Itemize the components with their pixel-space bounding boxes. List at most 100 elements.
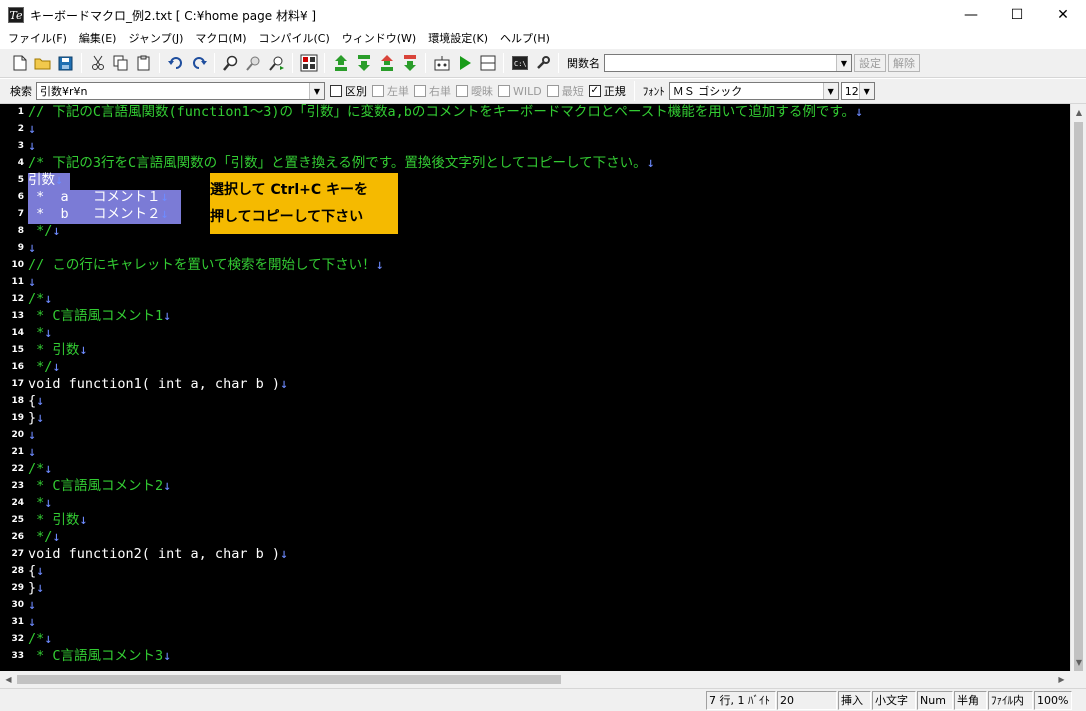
split-window-icon[interactable] [476, 52, 499, 74]
checkbox-box[interactable] [456, 85, 468, 97]
checkbox-fuzzy[interactable]: 曖昧 [456, 83, 493, 99]
editor-line[interactable]: 6 * a コメント１↓ [0, 189, 1070, 206]
editor-line[interactable]: 16 */↓ [0, 359, 1070, 376]
checkbox-box[interactable] [498, 85, 510, 97]
open-folder-icon[interactable] [31, 52, 54, 74]
chevron-down-icon[interactable]: ▼ [836, 55, 851, 71]
menu-settings[interactable]: 環境設定(K) [422, 30, 494, 48]
menu-window[interactable]: ウィンドウ(W) [336, 30, 422, 48]
editor-line[interactable]: 21 ↓ [0, 444, 1070, 461]
line-text: ↓ [28, 121, 36, 138]
find-next-icon[interactable] [265, 52, 288, 74]
cut-icon[interactable] [86, 52, 109, 74]
checkbox-box[interactable] [330, 85, 342, 97]
settings-tool-icon[interactable] [531, 52, 554, 74]
undo-icon[interactable] [164, 52, 187, 74]
bookmark-up-icon[interactable] [375, 52, 398, 74]
editor-line[interactable]: 17 void function1( int a, char b )↓ [0, 376, 1070, 393]
checkbox-regex[interactable]: ✓ 正規 [588, 83, 626, 99]
redo-icon[interactable] [187, 52, 210, 74]
editor-line[interactable]: 18 {↓ [0, 393, 1070, 410]
editor-line[interactable]: 23 * C言語風コメント2↓ [0, 478, 1070, 495]
checkbox-box-checked[interactable]: ✓ [588, 85, 601, 97]
chevron-down-icon[interactable]: ▼ [822, 83, 838, 99]
close-button[interactable]: ✕ [1040, 0, 1086, 30]
find-icon[interactable] [219, 52, 242, 74]
editor-line[interactable]: 30 ↓ [0, 597, 1070, 614]
editor-line[interactable]: 28 {↓ [0, 563, 1070, 580]
horizontal-scrollbar[interactable]: ◀ ▶ [0, 671, 1086, 688]
editor-line[interactable]: 22 /*↓ [0, 461, 1070, 478]
scroll-left-icon[interactable]: ◀ [0, 671, 17, 688]
jump-down-icon[interactable] [352, 52, 375, 74]
editor-line[interactable]: 19}↓ [0, 410, 1070, 427]
editor-line[interactable]: 31 ↓ [0, 614, 1070, 631]
find-prev-icon[interactable] [242, 52, 265, 74]
jump-up-icon[interactable] [329, 52, 352, 74]
menu-macro[interactable]: マクロ(M) [189, 30, 252, 48]
editor-line[interactable]: 12 /*↓ [0, 291, 1070, 308]
scrollbar-thumb[interactable] [1074, 122, 1083, 672]
scroll-up-icon[interactable]: ▲ [1071, 104, 1086, 121]
chevron-down-icon[interactable]: ▼ [858, 83, 874, 99]
editor-line[interactable]: 24 *↓ [0, 495, 1070, 512]
bookmark-down-icon[interactable] [398, 52, 421, 74]
checkbox-wild[interactable]: WILD [498, 85, 542, 98]
editor-line[interactable]: 8 */↓ [0, 223, 1070, 240]
editor-line[interactable]: 7 * b コメント２↓ [0, 206, 1070, 223]
save-icon[interactable] [54, 52, 77, 74]
chevron-down-icon[interactable]: ▼ [309, 83, 324, 99]
checkbox-shortest[interactable]: 最短 [546, 83, 584, 99]
editor-line[interactable]: 32 /*↓ [0, 631, 1070, 648]
font-size-combo[interactable]: 12 ▼ [840, 82, 875, 100]
command-prompt-icon[interactable]: C:\ [508, 52, 531, 74]
checkbox-box[interactable] [546, 85, 559, 97]
text-editor[interactable]: 1 // 下記のC言語風関数(function1～3)の「引数」に変数a,bのコメ… [0, 104, 1070, 671]
scroll-down-icon[interactable]: ▼ [1071, 654, 1086, 671]
search-input[interactable]: 引数¥r¥n ▼ [36, 82, 325, 100]
editor-line[interactable]: 3 ↓ [0, 138, 1070, 155]
editor-line[interactable]: 15 * 引数↓ [0, 342, 1070, 359]
font-combo[interactable]: ＭＳ ゴシック ▼ [668, 82, 839, 100]
maximize-button[interactable]: ☐ [994, 0, 1040, 30]
grep-icon[interactable] [297, 52, 320, 74]
scrollbar-thumb[interactable] [17, 675, 561, 684]
menu-help[interactable]: ヘルプ(H) [494, 30, 556, 48]
editor-line[interactable]: 5 引数↓ [0, 172, 1070, 189]
editor-line[interactable]: 26 */↓ [0, 529, 1070, 546]
menu-file[interactable]: ファイル(F) [2, 30, 73, 48]
editor-line[interactable]: 11 ↓ [0, 274, 1070, 291]
copy-icon[interactable] [109, 52, 132, 74]
editor-line[interactable]: 25 * 引数↓ [0, 512, 1070, 529]
menu-compile[interactable]: コンパイル(C) [253, 30, 336, 48]
line-break-icon: ↓ [855, 104, 864, 120]
editor-line[interactable]: 4 /* 下記の3行をC言語風関数の「引数」と置き換える例です。置換後文字列として… [0, 155, 1070, 172]
editor-line[interactable]: 13 * C言語風コメント1↓ [0, 308, 1070, 325]
editor-line[interactable]: 2 ↓ [0, 121, 1070, 138]
editor-line[interactable]: 14 *↓ [0, 325, 1070, 342]
checkbox-right-word[interactable]: 右単 [414, 83, 451, 99]
menu-edit[interactable]: 編集(E) [73, 30, 123, 48]
editor-line[interactable]: 1 // 下記のC言語風関数(function1～3)の「引数」に変数a,bのコメ… [0, 104, 1070, 121]
vertical-scrollbar[interactable]: ▲ ▼ [1070, 104, 1086, 672]
function-name-combo[interactable]: ▼ [604, 54, 852, 72]
menu-jump[interactable]: ジャンプ(J) [122, 30, 189, 48]
editor-line[interactable]: 29}↓ [0, 580, 1070, 597]
checkbox-case[interactable]: 区別 [330, 83, 367, 99]
checkbox-box[interactable] [372, 85, 384, 97]
minimize-button[interactable]: — [948, 0, 994, 30]
editor-line[interactable]: 33 * C言語風コメント3↓ [0, 648, 1070, 665]
paste-icon[interactable] [132, 52, 155, 74]
editor-line[interactable]: 9 ↓ [0, 240, 1070, 257]
record-macro-icon[interactable] [430, 52, 453, 74]
scroll-right-icon[interactable]: ▶ [1053, 671, 1070, 688]
set-button[interactable]: 設定 [854, 54, 886, 72]
checkbox-left-word[interactable]: 左単 [372, 83, 409, 99]
checkbox-box[interactable] [414, 85, 426, 97]
editor-line[interactable]: 27 void function2( int a, char b )↓ [0, 546, 1070, 563]
editor-line[interactable]: 20 ↓ [0, 427, 1070, 444]
release-button[interactable]: 解除 [888, 54, 920, 72]
new-file-icon[interactable] [8, 52, 31, 74]
editor-line[interactable]: 10 // この行にキャレットを置いて検索を開始して下さい！↓ [0, 257, 1070, 274]
run-macro-icon[interactable] [453, 52, 476, 74]
